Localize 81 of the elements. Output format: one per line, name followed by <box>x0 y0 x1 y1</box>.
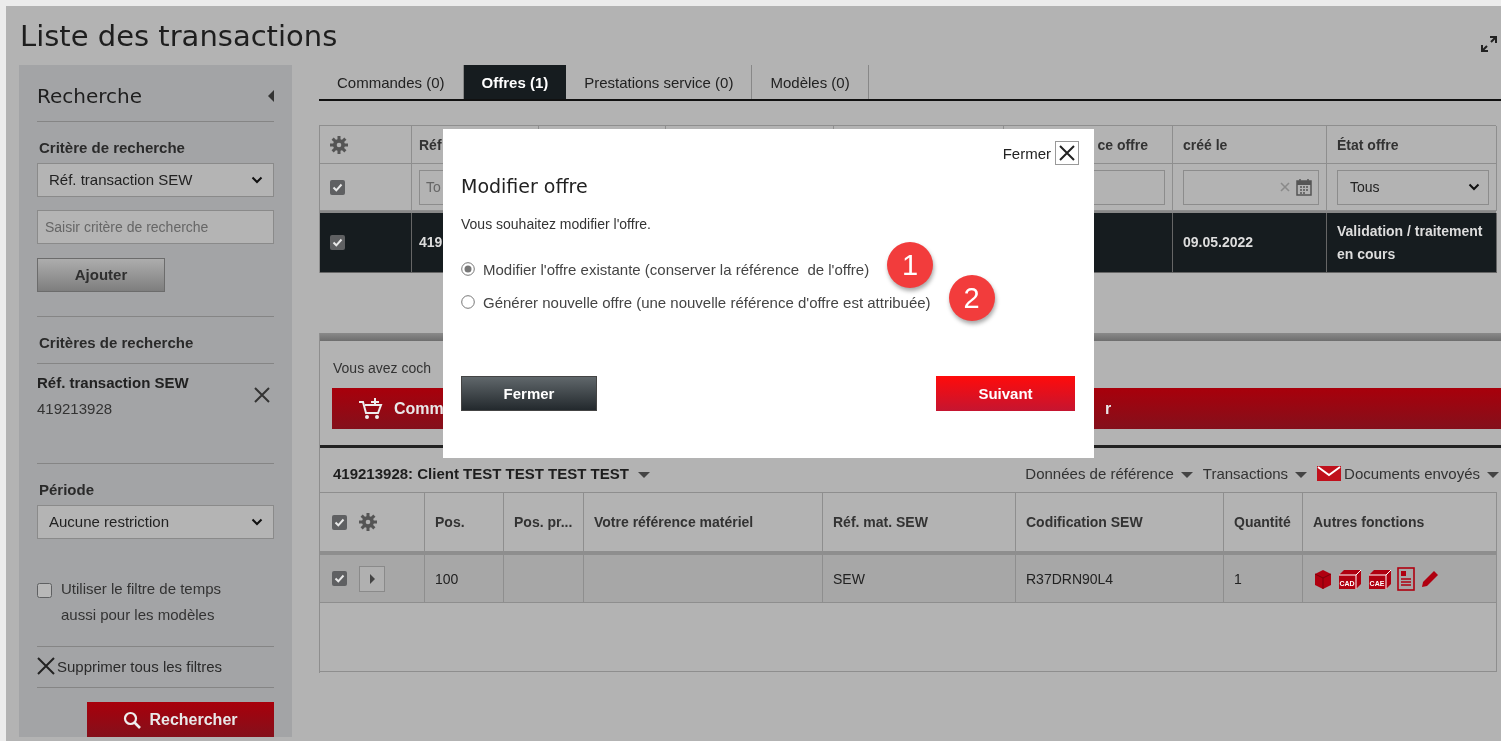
criterion-label: Réf. transaction SEW <box>37 373 189 391</box>
menu-link[interactable]: Données de référence <box>1025 464 1193 482</box>
info-text: Vous avez coch <box>333 360 432 376</box>
field-label: Période <box>38 480 96 498</box>
caret-icon <box>637 471 650 478</box>
next-button[interactable]: Suivant <box>936 376 1075 411</box>
table-cell-text: Validation / traitement en cours <box>1337 221 1484 264</box>
table-cell-text: 09.05.2022 <box>1183 233 1254 252</box>
datasheet-icon[interactable] <box>1397 566 1415 591</box>
checkbox-label: Utiliser le filtre de temps aussi pour les modèles <box>61 579 223 626</box>
column-header: Votre référence matériel <box>594 514 754 530</box>
sidebar-title: Recherche <box>37 83 143 108</box>
column-header: Quantité <box>1234 514 1291 530</box>
dialog-title: Modifier offre <box>461 175 589 197</box>
expand-icon[interactable] <box>1480 34 1498 53</box>
column-header: créé le <box>1183 136 1228 153</box>
add-button[interactable]: Ajouter <box>37 257 165 292</box>
close-button[interactable]: Fermer <box>1002 141 1079 165</box>
cancel-button[interactable]: Fermer <box>461 376 597 411</box>
search-field[interactable]: Saisir critère de recherche <box>37 210 274 244</box>
checkbox[interactable] <box>37 583 52 599</box>
close-icon <box>1055 141 1079 165</box>
column-header: Pos. <box>435 514 465 530</box>
field-label: Critère de recherche <box>38 138 186 156</box>
radio-button[interactable] <box>461 262 475 276</box>
tab[interactable]: Offres (1) <box>463 65 567 99</box>
customer-dropdown[interactable]: 419213928: Client TEST TEST TEST TEST <box>333 464 650 482</box>
period-select[interactable]: Aucune restriction <box>37 504 274 540</box>
box-icon <box>1313 567 1333 590</box>
column-header: État offre <box>1337 136 1399 153</box>
expand-row-button[interactable] <box>359 565 385 592</box>
chevron-icon <box>1468 183 1480 191</box>
calendar-icon <box>1296 178 1312 196</box>
dialog-message: Vous souhaitez modifier l'offre. <box>461 216 652 232</box>
remove-icon[interactable] <box>254 387 270 404</box>
search-button[interactable]: Rechercher <box>87 702 274 737</box>
table-cell: R37DRN90L4 <box>1026 570 1114 587</box>
gear-icon <box>359 513 377 531</box>
option-label: Générer nouvelle offre (une nouvelle référence d'offre est attribuée) <box>483 293 931 311</box>
menu-link[interactable]: Documents envoyés <box>1317 464 1499 482</box>
close-icon <box>37 657 55 676</box>
menu-link[interactable]: Transactions <box>1202 464 1308 482</box>
table-cell: SEW <box>833 570 865 587</box>
chevron-icon <box>251 175 263 184</box>
cart-icon <box>358 397 384 420</box>
column-header: Autres fonctions <box>1313 514 1425 530</box>
checkbox[interactable] <box>330 179 345 195</box>
column-header: Réf. mat. SEW <box>833 514 928 530</box>
caret-icon <box>1180 471 1193 478</box>
page-title: Liste des transactions <box>20 18 338 53</box>
search-icon <box>123 710 142 729</box>
chevron-icon <box>251 517 263 526</box>
section-heading: Critères de recherche <box>38 333 195 351</box>
collapse-icon[interactable] <box>268 89 274 102</box>
criterion-value: 419213928 <box>37 399 114 417</box>
column-header: Réf <box>419 136 442 153</box>
date-field[interactable] <box>1183 169 1319 205</box>
table-cell-text: 419 <box>419 233 443 252</box>
clear-filters-link[interactable]: Supprimer tous les filtres <box>37 647 274 688</box>
tab[interactable]: Modèles (0) <box>752 65 869 99</box>
tab[interactable]: Commandes (0) <box>319 65 464 99</box>
checkbox[interactable] <box>332 514 347 530</box>
status-select[interactable]: Tous <box>1337 169 1489 205</box>
column-header: Codification SEW <box>1026 514 1143 530</box>
column-header: ce offre <box>1097 136 1148 153</box>
step-badge: 1 <box>887 242 934 288</box>
table-cell: 1 <box>1234 570 1242 587</box>
option-label: Modifier l'offre existante (conserver la référence de l'offre) <box>483 260 870 278</box>
checkbox[interactable] <box>330 235 345 250</box>
caret-icon <box>1295 471 1308 478</box>
criterion-select[interactable]: Réf. transaction SEW <box>37 162 274 198</box>
envelope-icon <box>1317 465 1342 481</box>
table-cell: 100 <box>435 570 459 587</box>
gear-icon <box>330 135 348 154</box>
caret-icon <box>1487 471 1499 478</box>
radio-button[interactable] <box>461 295 475 309</box>
clear-icon <box>1280 182 1290 192</box>
tab[interactable]: Prestations service (0) <box>566 65 753 99</box>
checkbox[interactable] <box>332 571 347 586</box>
column-header: Pos. pr... <box>514 514 573 530</box>
step-badge: 2 <box>948 275 995 321</box>
